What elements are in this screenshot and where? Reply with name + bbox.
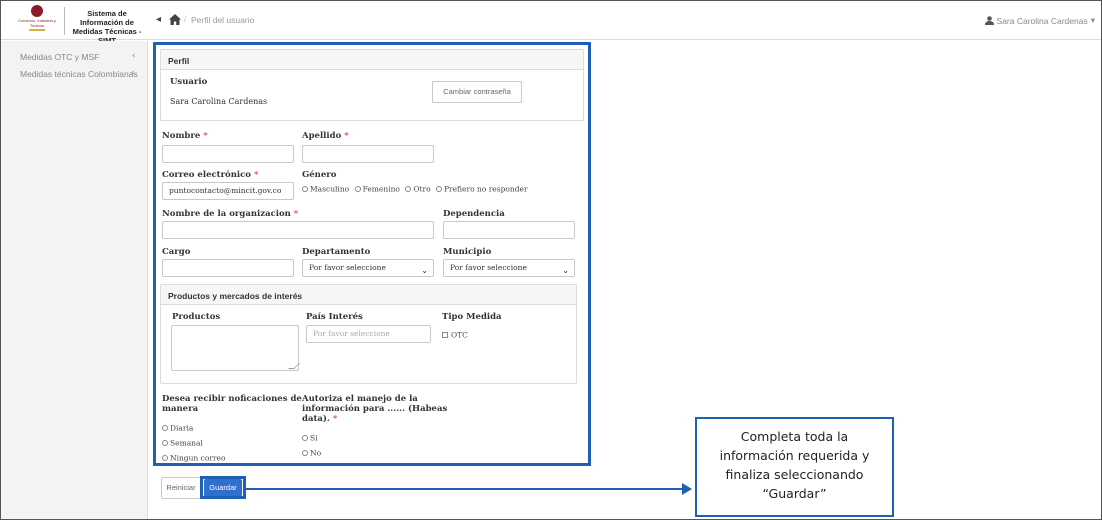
- tipo-medida-label: Tipo Medida: [442, 312, 502, 322]
- profile-panel: Perfil Usuario Sara Carolina Cardenas Ca…: [160, 49, 584, 121]
- products-panel: Productos y mercados de interés Producto…: [160, 284, 577, 384]
- resize-handle-icon[interactable]: [288, 363, 300, 369]
- organizacion-input[interactable]: [162, 221, 434, 239]
- chevron-left-icon[interactable]: ‹: [131, 68, 135, 78]
- change-password-button[interactable]: Cambiar contraseña: [432, 81, 522, 103]
- coat-of-arms-icon: [31, 5, 43, 17]
- gender-radio-no-responder[interactable]: Prefiero no responder: [435, 184, 528, 194]
- tipo-medida-otc-checkbox[interactable]: OTC: [442, 330, 468, 340]
- callout-arrow-line: [246, 488, 686, 490]
- arrow-right-icon: [682, 483, 692, 495]
- instruction-callout: Completa toda la información requerida y…: [695, 417, 894, 517]
- save-button-highlight: [200, 476, 246, 499]
- app-title[interactable]: Sistema de Información de Medidas Técnic…: [67, 9, 147, 45]
- brand-divider: [64, 7, 65, 35]
- municipio-selected: Por favor seleccione: [450, 263, 527, 272]
- habeas-radio-si[interactable]: Si: [302, 433, 318, 443]
- correo-label: Correo electrónico *: [162, 170, 259, 180]
- home-icon[interactable]: [169, 14, 181, 25]
- profile-panel-header: Perfil: [161, 50, 583, 70]
- gender-radio-masculino[interactable]: Masculino: [302, 184, 349, 194]
- caret-down-icon: ▾: [1090, 15, 1095, 25]
- usuario-value: Sara Carolina Cardenas: [170, 97, 268, 106]
- breadcrumb-separator: /: [184, 14, 187, 24]
- reset-button[interactable]: Reiniciar: [161, 477, 201, 499]
- notification-radio-ningun[interactable]: Ningun correo: [162, 453, 225, 463]
- gender-radio-femenino[interactable]: Femenino: [354, 184, 400, 194]
- dependencia-label: Dependencia: [443, 209, 505, 219]
- ministry-logo[interactable]: Comercio, Industria y Turismo: [17, 5, 57, 37]
- chevron-down-icon: ⌄: [421, 266, 428, 275]
- callout-line-2: información requerida y: [719, 448, 870, 463]
- profile-panel-title: Perfil: [168, 56, 190, 66]
- logo-text: Comercio, Industria y Turismo: [18, 18, 56, 28]
- user-menu[interactable]: Sara Carolina Cardenas ▾: [984, 15, 1095, 26]
- sidebar-item-medidas-colombianas[interactable]: Medidas técnicas Colombianas: [20, 69, 138, 79]
- callout-line-3: finaliza seleccionando: [725, 467, 864, 482]
- sidebar: Medidas OTC y MSF ‹ Medidas técnicas Col…: [1, 41, 148, 519]
- sidebar-item-medidas-otc-msf[interactable]: Medidas OTC y MSF: [20, 52, 99, 62]
- products-panel-title: Productos y mercados de interés: [168, 291, 303, 301]
- top-bar: Comercio, Industria y Turismo Sistema de…: [1, 1, 1101, 45]
- notifications-label: Desea recibir noficaciones de manera: [162, 394, 302, 414]
- user-name: Sara Carolina Cardenas: [996, 15, 1088, 26]
- municipio-select[interactable]: Por favor seleccione ⌄: [443, 259, 575, 277]
- departamento-label: Departamento: [302, 247, 371, 257]
- habeas-data-label: Autoriza el manejo de la información par…: [302, 394, 448, 424]
- callout-line-1: Completa toda la: [740, 429, 849, 444]
- usuario-label: Usuario: [170, 77, 208, 87]
- collapse-sidebar-icon[interactable]: ◂: [156, 14, 161, 25]
- nombre-input[interactable]: [162, 145, 294, 163]
- notification-radio-semanal[interactable]: Semanal: [162, 438, 203, 448]
- gender-radio-otro[interactable]: Otro: [405, 184, 431, 194]
- departamento-select[interactable]: Por favor seleccione ⌄: [302, 259, 434, 277]
- email-field[interactable]: puntocontacto@mincit.gov.co: [162, 182, 294, 200]
- organizacion-label: Nombre de la organizacion *: [162, 209, 299, 219]
- genero-options: Masculino Femenino Otro Prefiero no resp…: [302, 184, 528, 194]
- chevron-left-icon[interactable]: ‹: [132, 51, 136, 61]
- municipio-label: Municipio: [443, 247, 492, 257]
- cargo-label: Cargo: [162, 247, 191, 257]
- departamento-selected: Por favor seleccione: [309, 263, 386, 272]
- nombre-label: Nombre *: [162, 131, 208, 141]
- productos-label: Productos: [172, 312, 221, 322]
- callout-line-4: “Guardar”: [762, 486, 827, 501]
- cargo-input[interactable]: [162, 259, 294, 277]
- apellido-label: Apellido *: [302, 131, 349, 141]
- user-icon: [984, 16, 994, 25]
- genero-label: Género: [302, 170, 337, 180]
- notification-radio-diaria[interactable]: Diaria: [162, 423, 193, 433]
- products-panel-header: Productos y mercados de interés: [161, 285, 576, 305]
- apellido-input[interactable]: [302, 145, 434, 163]
- chevron-down-icon: ⌄: [562, 266, 569, 275]
- habeas-radio-no[interactable]: No: [302, 448, 321, 458]
- profile-form-highlight: Perfil Usuario Sara Carolina Cardenas Ca…: [153, 42, 591, 466]
- productos-textarea[interactable]: [171, 325, 300, 371]
- breadcrumb: Perfil del usuario: [191, 15, 255, 25]
- dependencia-input[interactable]: [443, 221, 575, 239]
- pais-interes-label: País Interés: [306, 312, 363, 322]
- pais-interes-select[interactable]: Por favor seleccione: [306, 325, 431, 343]
- logo-flag-line: [29, 29, 45, 31]
